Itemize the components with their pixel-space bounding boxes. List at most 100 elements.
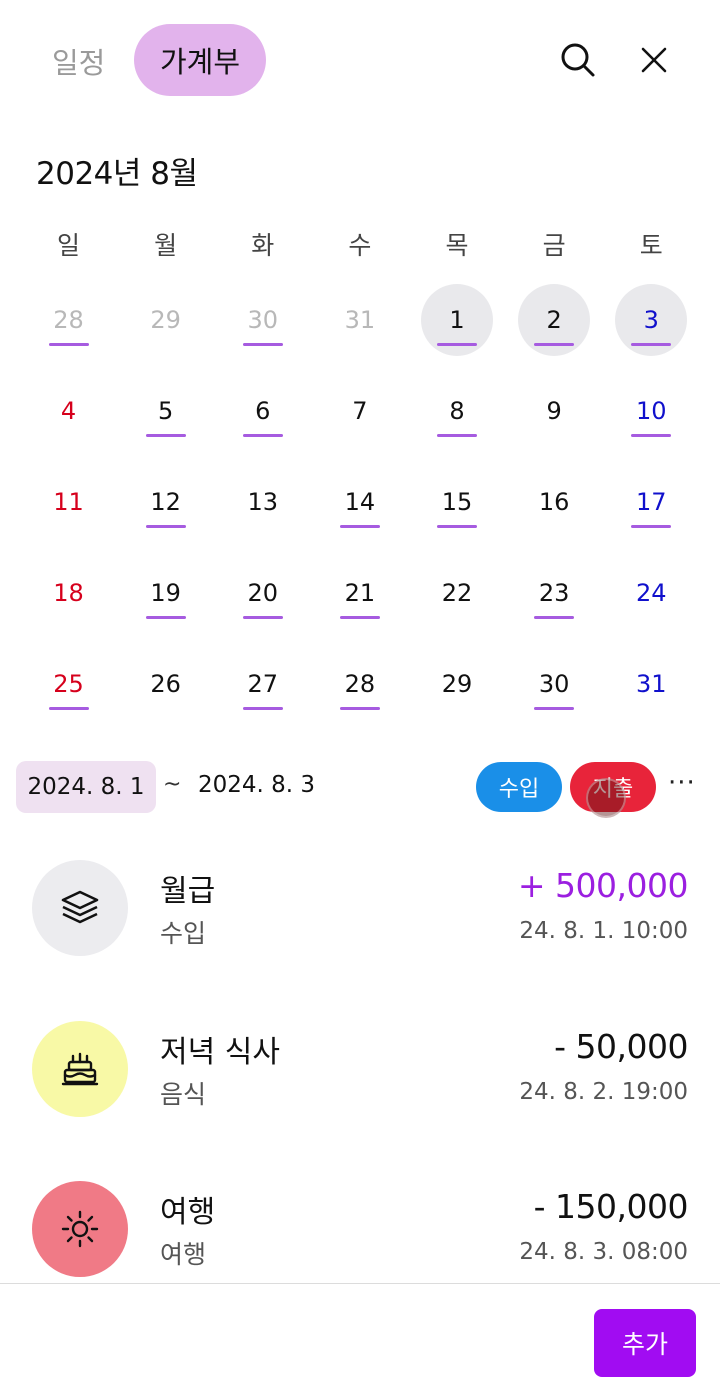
calendar-day[interactable]: 28: [324, 648, 396, 720]
transaction-item[interactable]: 월급 수입 + 500,000 24. 8. 1. 10:00: [0, 860, 720, 980]
calendar-day[interactable]: 7: [324, 375, 396, 447]
calendar-day-cell[interactable]: 17: [603, 456, 700, 547]
calendar-day-number: 1: [449, 305, 465, 334]
calendar-day-cell[interactable]: 16: [506, 456, 603, 547]
range-start-date[interactable]: 2024. 8. 1: [16, 761, 156, 813]
calendar-day[interactable]: 29: [130, 284, 202, 356]
calendar-day-cell[interactable]: 18: [20, 547, 117, 638]
calendar-day-number: 5: [158, 396, 174, 425]
calendar-day[interactable]: 15: [421, 466, 493, 538]
calendar-day-cell[interactable]: 3: [603, 274, 700, 365]
calendar-day[interactable]: 22: [421, 557, 493, 629]
calendar-day-cell[interactable]: 13: [214, 456, 311, 547]
calendar-day-cell[interactable]: 30: [214, 274, 311, 365]
calendar-day[interactable]: 4: [33, 375, 105, 447]
transaction-marker: [242, 615, 283, 619]
calendar-day[interactable]: 9: [518, 375, 590, 447]
calendar-day[interactable]: 21: [324, 557, 396, 629]
calendar-day-cell[interactable]: 2: [506, 274, 603, 365]
close-icon[interactable]: [632, 38, 676, 82]
calendar-day-cell[interactable]: 8: [409, 365, 506, 456]
calendar-day[interactable]: 18: [33, 557, 105, 629]
add-button[interactable]: 추가: [594, 1309, 696, 1377]
calendar-day-number: 20: [247, 578, 279, 607]
calendar-day[interactable]: 14: [324, 466, 396, 538]
calendar-day[interactable]: 31: [324, 284, 396, 356]
calendar-day[interactable]: 24: [615, 557, 687, 629]
calendar-day-cell[interactable]: 21: [311, 547, 408, 638]
calendar-day-cell[interactable]: 30: [506, 638, 603, 729]
calendar-day[interactable]: 26: [130, 648, 202, 720]
transaction-marker: [534, 615, 575, 619]
calendar-day-selected[interactable]: 3: [615, 283, 688, 356]
calendar-day-cell[interactable]: 7: [311, 365, 408, 456]
calendar-day-cell[interactable]: 31: [603, 638, 700, 729]
tab-budget[interactable]: 가계부: [134, 24, 266, 96]
calendar-day[interactable]: 30: [227, 284, 299, 356]
calendar-day-cell[interactable]: 5: [117, 365, 214, 456]
calendar-day-cell[interactable]: 9: [506, 365, 603, 456]
calendar-day-number: 23: [538, 578, 570, 607]
calendar-day-cell[interactable]: 15: [409, 456, 506, 547]
transaction-marker: [145, 524, 186, 528]
calendar-day-number: 16: [538, 487, 570, 516]
calendar-day-number: 4: [60, 396, 77, 425]
calendar-day[interactable]: 29: [421, 648, 493, 720]
calendar-day[interactable]: 25: [33, 648, 105, 720]
calendar-day[interactable]: 13: [227, 466, 299, 538]
calendar-day[interactable]: 31: [615, 648, 687, 720]
calendar-day-cell[interactable]: 22: [409, 547, 506, 638]
calendar-day[interactable]: 19: [130, 557, 202, 629]
calendar-day-selected[interactable]: 1: [421, 283, 494, 356]
calendar-day[interactable]: 11: [33, 466, 105, 538]
range-separator: ~: [163, 772, 182, 797]
calendar-day-cell[interactable]: 27: [214, 638, 311, 729]
touch-ripple: [586, 778, 626, 818]
income-filter-button[interactable]: 수입: [476, 762, 562, 812]
calendar-day[interactable]: 23: [518, 557, 590, 629]
calendar-day-number: 3: [643, 305, 659, 334]
calendar-day-cell[interactable]: 12: [117, 456, 214, 547]
more-options-icon[interactable]: ···: [668, 768, 696, 798]
calendar-day[interactable]: 20: [227, 557, 299, 629]
calendar-day-cell[interactable]: 20: [214, 547, 311, 638]
calendar-day[interactable]: 17: [615, 466, 687, 538]
calendar-day[interactable]: 27: [227, 648, 299, 720]
calendar-day-cell[interactable]: 23: [506, 547, 603, 638]
tab-schedule[interactable]: 일정: [52, 40, 105, 82]
calendar-day-cell[interactable]: 31: [311, 274, 408, 365]
calendar-day[interactable]: 16: [518, 466, 590, 538]
transaction-marker: [242, 342, 283, 346]
search-icon[interactable]: [556, 38, 600, 82]
calendar-day-cell[interactable]: 28: [311, 638, 408, 729]
bottom-divider: [0, 1283, 720, 1284]
calendar-day-cell[interactable]: 14: [311, 456, 408, 547]
calendar-day-cell[interactable]: 29: [117, 274, 214, 365]
calendar-day-cell[interactable]: 11: [20, 456, 117, 547]
calendar-day-cell[interactable]: 29: [409, 638, 506, 729]
calendar-day-cell[interactable]: 25: [20, 638, 117, 729]
calendar-day-number: 2: [546, 305, 562, 334]
calendar-day-cell[interactable]: 6: [214, 365, 311, 456]
calendar-day-cell[interactable]: 28: [20, 274, 117, 365]
transaction-marker: [631, 342, 672, 346]
calendar-day-cell[interactable]: 10: [603, 365, 700, 456]
month-title[interactable]: 2024년 8월: [36, 148, 198, 193]
calendar-day-selected[interactable]: 2: [518, 283, 591, 356]
calendar-day[interactable]: 8: [421, 375, 493, 447]
calendar-day[interactable]: 10: [615, 375, 687, 447]
calendar-day-number: 9: [546, 396, 562, 425]
range-end-date[interactable]: 2024. 8. 3: [198, 772, 315, 798]
calendar-day-cell[interactable]: 4: [20, 365, 117, 456]
calendar-day[interactable]: 5: [130, 375, 202, 447]
calendar-day[interactable]: 6: [227, 375, 299, 447]
calendar-day-cell[interactable]: 1: [409, 274, 506, 365]
calendar-day-cell[interactable]: 24: [603, 547, 700, 638]
calendar-day-cell[interactable]: 26: [117, 638, 214, 729]
calendar-day-cell[interactable]: 19: [117, 547, 214, 638]
calendar-day[interactable]: 30: [518, 648, 590, 720]
calendar-day[interactable]: 12: [130, 466, 202, 538]
transaction-title: 저녁 식사: [160, 1035, 280, 1070]
transaction-item[interactable]: 저녁 식사 음식 - 50,000 24. 8. 2. 19:00: [0, 1021, 720, 1141]
calendar-day[interactable]: 28: [33, 284, 105, 356]
